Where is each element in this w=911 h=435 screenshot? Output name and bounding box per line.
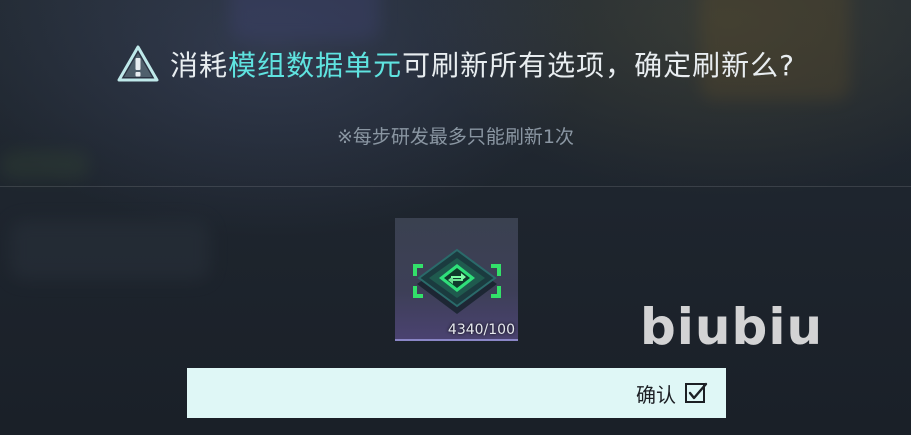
- title-highlight: 模组数据单元: [228, 49, 403, 82]
- dialog-title: 消耗 模组数据单元 可刷新所有选项，确定刷新么?: [0, 44, 911, 84]
- background-blur: [10, 220, 210, 280]
- checkbox-icon: [685, 382, 708, 403]
- item-count: 4340/100: [447, 322, 515, 338]
- background-blur: [230, 0, 380, 40]
- watermark: biubiu: [640, 298, 824, 356]
- title-prefix: 消耗: [170, 49, 229, 82]
- confirm-label: 确认: [636, 382, 676, 407]
- divider: [0, 186, 911, 187]
- dialog-subtitle: ※每步研发最多只能刷新1次: [336, 126, 574, 148]
- warning-icon: [117, 45, 159, 82]
- refresh-chip-icon: [413, 248, 501, 314]
- refresh-confirm-dialog: 消耗 模组数据单元 可刷新所有选项，确定刷新么? ※每步研发最多只能刷新1次 434…: [0, 0, 911, 435]
- item-card[interactable]: 4340/100: [395, 218, 518, 341]
- confirm-button[interactable]: 确认: [187, 368, 726, 418]
- background-blur: [0, 150, 90, 180]
- title-suffix: 可刷新所有选项，确定刷新么?: [402, 49, 795, 82]
